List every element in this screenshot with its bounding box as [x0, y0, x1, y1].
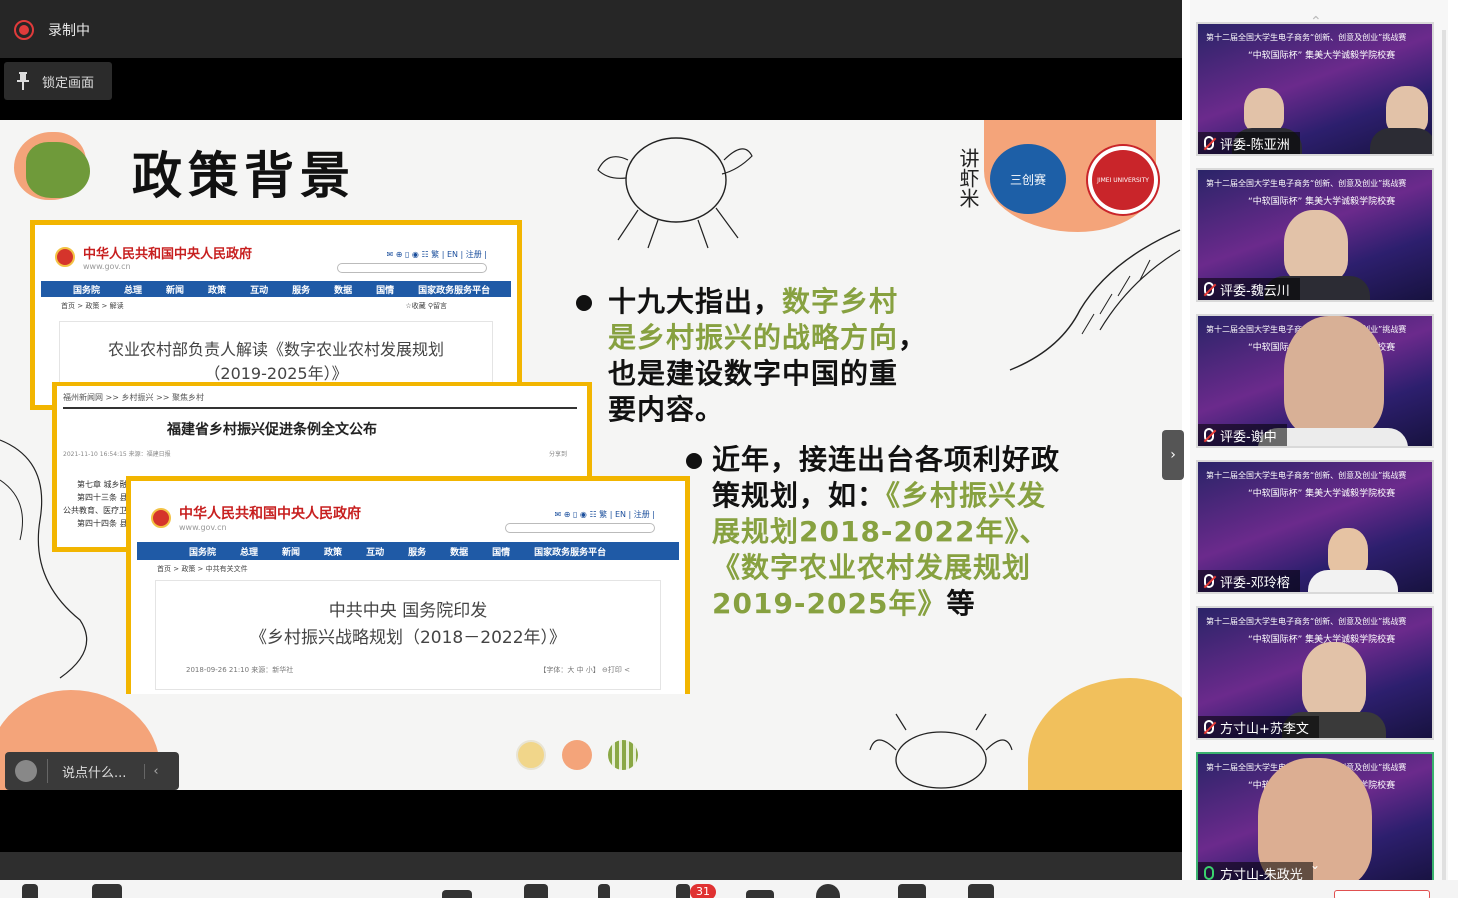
bullet-dot — [686, 453, 702, 469]
participant-tile[interactable]: 第十二届全国大学生电子商务“创新、创意及创业”挑战赛 “中软国际杯” 集美大学诚… — [1196, 168, 1434, 302]
chat-input-box[interactable]: 说点什么... ‹ — [5, 752, 179, 790]
bottom-strip — [0, 852, 1182, 880]
page-dots — [516, 740, 638, 770]
gov-site-name: 中华人民共和国中央人民政府 — [179, 506, 361, 522]
mic-muted-icon — [1204, 136, 1214, 150]
pin-icon — [17, 72, 29, 90]
decor-circle-yellow — [516, 740, 546, 770]
mic-muted-icon — [1204, 282, 1214, 296]
participant-tile[interactable]: 第十二届全国大学生电子商务“创新、创意及创业”挑战赛 “中软国际杯” 集美大学诚… — [1196, 460, 1434, 594]
shrimp-sketch-right — [1009, 229, 1181, 371]
decor-blob-yellow-br — [1028, 678, 1182, 790]
gov-breadcrumb: 首页 > 政策 > 解读 — [61, 302, 124, 310]
decor-circle-green — [608, 740, 638, 770]
bullet-point-2: 近年，接连出台各项利好政 策规划，如：《乡村振兴发 展规划2018-2022年》… — [686, 442, 1060, 622]
top-bar: 录制中 — [0, 0, 1182, 58]
mic-muted-icon — [1204, 574, 1214, 588]
emoji-icon[interactable] — [15, 760, 37, 782]
sanchuang-badge: 三创赛 — [990, 144, 1066, 214]
lock-view-label: 锁定画面 — [42, 75, 95, 91]
chevron-left-icon[interactable]: ‹ — [144, 763, 159, 779]
doc-title-line2: 《乡村振兴战略规划（2018－2022年）》 — [249, 628, 567, 648]
mic-on-icon — [1204, 866, 1214, 880]
collapse-panel-button[interactable]: › — [1162, 430, 1184, 480]
participants-count-badge: 31 — [690, 884, 716, 898]
shrimp-logo: 讲虾米 — [956, 148, 980, 208]
national-emblem-icon — [55, 247, 75, 267]
shared-slide: 政策背景 讲虾米 三创赛 JIMEI UNIVERSITY 中华人民共和国中央人… — [0, 120, 1182, 790]
participant-tile[interactable]: 第十二届全国大学生电子商务“创新、创意及创业”挑战赛 “中软国际杯” 集美大学诚… — [1196, 22, 1434, 156]
gov-share-links: ☆收藏 ⚲留言 — [405, 302, 447, 310]
decor-blob-green — [26, 142, 90, 198]
member-toolbar-icon[interactable] — [598, 884, 610, 898]
participant-name: 评委-邓玲榕 — [1220, 575, 1290, 591]
lock-view-button[interactable]: 锁定画面 — [4, 62, 112, 100]
gov-top-links: ✉ ⊕ ▯ ◉ ☷ 繁 | EN | 注册 | — [554, 510, 655, 519]
gov-search-box — [505, 523, 655, 533]
mic-toolbar-icon[interactable] — [22, 884, 38, 898]
mic-muted-icon — [1204, 428, 1214, 442]
gov-site-url: www.gov.cn — [83, 262, 131, 271]
chat-toolbar-icon[interactable] — [746, 890, 774, 898]
participant-tile-active[interactable]: 第十二届全国大学生电子商务“创新、创意及创业”挑战赛 “中软国际杯” 集美大学诚… — [1196, 752, 1434, 886]
news-screenshot-gov-2: 中华人民共和国中央人民政府 www.gov.cn ✉ ⊕ ▯ ◉ ☷ 繁 | E… — [126, 476, 690, 694]
slide-title: 政策背景 — [132, 146, 356, 205]
doc-meta: 2018-09-26 21:10 来源：新华社 — [186, 666, 294, 674]
security-toolbar-icon[interactable] — [524, 884, 548, 898]
gov-site-name: 中华人民共和国中央人民政府 — [83, 247, 253, 262]
letterbox-top — [0, 58, 1182, 120]
national-emblem-icon — [151, 507, 171, 528]
gov-top-links: ✉ ⊕ ▯ ◉ ☷ 繁 | EN | 注册 | — [386, 250, 487, 259]
fuzhou-breadcrumb: 福州新闻网 >> 乡村振兴 >> 聚焦乡村 — [63, 393, 204, 402]
participants-toolbar-icon[interactable] — [676, 884, 690, 898]
crab-sketch-bottom — [869, 713, 1013, 789]
meeting-window: 录制中 锁定画面 政策背景 讲虾米 三创赛 JIMEI UNIVERSITY 中… — [0, 0, 1458, 898]
bullet-dot — [576, 295, 592, 311]
participant-name: 评委-谢中 — [1220, 429, 1277, 445]
chevron-right-icon: › — [1170, 447, 1176, 463]
participant-name: 方寸山+苏李文 — [1220, 721, 1309, 737]
crab-sketch-top — [597, 137, 753, 249]
chat-placeholder: 说点什么... — [62, 765, 127, 781]
participant-tile[interactable]: 第十二届全国大学生电子商务“创新、创意及创业”挑战赛 “中软国际杯” 集美大学诚… — [1196, 606, 1434, 740]
recording-label: 录制中 — [48, 23, 90, 39]
participant-name: 评委-陈亚洲 — [1220, 137, 1290, 153]
leave-meeting-button[interactable] — [1334, 890, 1430, 898]
share-toolbar-icon[interactable] — [442, 890, 472, 898]
gov-site-url: www.gov.cn — [179, 523, 227, 532]
mic-muted-icon — [1204, 720, 1214, 734]
gov-breadcrumb: 首页 > 政策 > 中共有关文件 — [157, 565, 248, 573]
doc-font-size: 【字体：大 中 小】 ⊖打印 < — [539, 666, 630, 674]
gov-nav-bar: 国务院 总理 新闻 政策 互动 服务 数据 国情 国家政务服务平台 — [137, 542, 679, 560]
doc-title-line1: 中共中央 国务院印发 — [328, 601, 488, 621]
recording-indicator[interactable]: 录制中 — [14, 20, 90, 40]
apps-toolbar-icon[interactable] — [898, 884, 926, 898]
fuzhou-share: 分享到 — [548, 451, 567, 458]
record-icon — [14, 20, 34, 40]
fuzhou-doc-title: 福建省乡村振兴促进条例全文公布 — [167, 422, 377, 438]
camera-toolbar-icon[interactable] — [92, 884, 122, 898]
chevron-down-icon[interactable]: ⌄ — [1310, 858, 1320, 872]
settings-toolbar-icon[interactable] — [968, 884, 994, 898]
jimei-university-seal: JIMEI UNIVERSITY — [1088, 146, 1158, 214]
gov-nav-bar: 国务院 总理 新闻 政策 互动 服务 数据 国情 国家政务服务平台 — [41, 281, 511, 297]
letterbox-bottom — [0, 790, 1182, 852]
participant-tile[interactable]: 第十二届全国大学生电子商务“创新、创意及创业”挑战赛 “中软国际杯” 集美大学诚… — [1196, 314, 1434, 448]
doc-title-line1: 农业农村部负责人解读《数字农业农村发展规划 — [107, 340, 444, 359]
bullet-point-1: 十九大指出，数字乡村 是乡村振兴的战略方向， 也是建设数字中国的重 要内容。 — [576, 284, 927, 428]
bottom-toolbar — [0, 880, 1458, 898]
gov-search-box — [337, 263, 487, 273]
panel-scrollbar[interactable] — [1442, 30, 1446, 880]
decor-circle-orange — [562, 740, 592, 770]
crab-sketch-left — [0, 439, 88, 679]
participant-name: 评委-魏云川 — [1220, 283, 1290, 299]
